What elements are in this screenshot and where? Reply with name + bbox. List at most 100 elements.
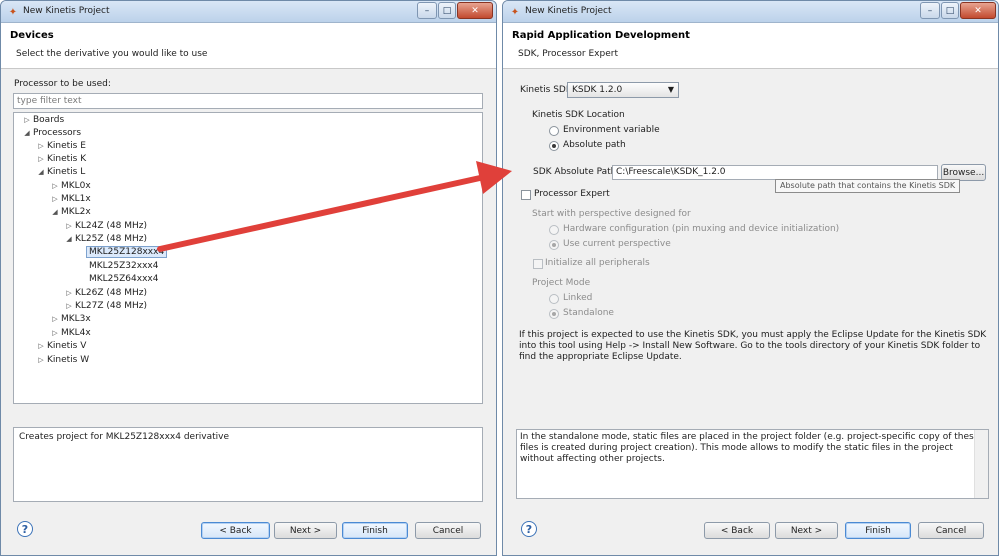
tree-item-label: Boards bbox=[33, 115, 65, 125]
hardware-configuration-radio[interactable] bbox=[549, 225, 559, 235]
tree-item[interactable]: ▷ Kinetis E bbox=[38, 141, 86, 154]
tree-item[interactable]: ◢ MKL2x bbox=[52, 207, 90, 220]
tree-item-label: MKL25Z32xxx4 bbox=[89, 261, 159, 271]
tree-item[interactable]: MKL25Z128xxx4 bbox=[86, 246, 168, 260]
tree-item-label: Kinetis V bbox=[47, 341, 87, 351]
tree-item[interactable]: ▷ MKL3x bbox=[52, 314, 90, 327]
linked-radio[interactable] bbox=[549, 294, 559, 304]
tree-collapsed-icon[interactable]: ▷ bbox=[37, 142, 45, 152]
tree-expanded-icon[interactable]: ◢ bbox=[37, 168, 45, 178]
page-header: Rapid Application Development SDK, Proce… bbox=[503, 23, 998, 69]
chevron-down-icon: ▼ bbox=[667, 85, 674, 94]
tree-item-label: MKL25Z128xxx4 bbox=[86, 246, 168, 258]
back-button[interactable]: < Back bbox=[704, 522, 770, 539]
tree-collapsed-icon[interactable]: ▷ bbox=[51, 315, 59, 325]
tree-item-label: Kinetis K bbox=[47, 154, 87, 164]
tree-item[interactable]: ▷ Kinetis K bbox=[38, 154, 87, 167]
tree-expanded-icon[interactable]: ◢ bbox=[65, 235, 73, 245]
tree-item[interactable]: ▷ Kinetis W bbox=[38, 355, 90, 368]
standalone-radio[interactable] bbox=[549, 309, 559, 319]
absolute-path-label: Absolute path bbox=[563, 140, 626, 150]
finish-button[interactable]: Finish bbox=[342, 522, 408, 539]
tree-collapsed-icon[interactable]: ▷ bbox=[23, 116, 31, 126]
page-subtitle: Select the derivative you would like to … bbox=[16, 49, 208, 59]
tree-item-label: Kinetis W bbox=[47, 355, 90, 365]
tree-expanded-icon[interactable]: ◢ bbox=[23, 129, 31, 139]
info-scrollbar[interactable] bbox=[974, 430, 988, 498]
page-subtitle: SDK, Processor Expert bbox=[518, 49, 618, 59]
tree-item-label: MKL1x bbox=[61, 194, 91, 204]
tree-item[interactable]: ▷ Boards bbox=[24, 115, 65, 128]
tree-item-label: MKL4x bbox=[61, 328, 91, 338]
back-button[interactable]: < Back bbox=[201, 522, 270, 539]
current-perspective-radio[interactable] bbox=[549, 240, 559, 250]
sdk-absolute-path-input[interactable]: C:\Freescale\KSDK_1.2.0 bbox=[612, 165, 938, 180]
kinetis-sdk-label: Kinetis SDK bbox=[520, 85, 572, 95]
filter-input[interactable] bbox=[13, 93, 483, 109]
sdk-absolute-path-label: SDK Absolute Path bbox=[533, 167, 617, 177]
tree-item[interactable]: MKL25Z32xxx4 bbox=[89, 261, 158, 274]
tree-item[interactable]: ▷ MKL4x bbox=[52, 328, 91, 341]
page-title: Devices bbox=[10, 30, 54, 41]
initialize-peripherals-checkbox[interactable] bbox=[533, 259, 543, 269]
environment-variable-radio[interactable] bbox=[549, 126, 559, 136]
tree-collapsed-icon[interactable]: ▷ bbox=[51, 182, 59, 192]
initialize-peripherals-label: Initialize all peripherals bbox=[545, 258, 650, 268]
app-icon: ✦ bbox=[510, 6, 520, 18]
tree-item-label: KL26Z (48 MHz) bbox=[75, 288, 147, 298]
device-tree[interactable]: ▷ Boards ◢ Processors ▷ Kinetis E ▷ Kinetis K ◢ K… bbox=[13, 112, 483, 404]
app-icon: ✦ bbox=[8, 6, 18, 18]
absolute-path-radio[interactable] bbox=[549, 141, 559, 151]
derivative-description: Creates project for MKL25Z128xxx4 deriva… bbox=[13, 427, 483, 502]
page-header: Devices Select the derivative you would … bbox=[1, 23, 496, 69]
tree-collapsed-icon[interactable]: ▷ bbox=[51, 195, 59, 205]
tree-item[interactable]: ◢ Kinetis L bbox=[38, 167, 86, 180]
tree-item[interactable]: ▷ KL26Z (48 MHz) bbox=[66, 288, 147, 301]
next-button[interactable]: Next > bbox=[274, 522, 337, 539]
page-title: Rapid Application Development bbox=[512, 30, 690, 41]
description-text: Creates project for MKL25Z128xxx4 deriva… bbox=[19, 432, 230, 442]
tree-collapsed-icon[interactable]: ▷ bbox=[37, 342, 45, 352]
processor-expert-checkbox[interactable] bbox=[521, 190, 531, 200]
minimize-button[interactable]: – bbox=[417, 2, 437, 19]
tree-item-label: KL25Z (48 MHz) bbox=[75, 234, 147, 244]
tree-collapsed-icon[interactable]: ▷ bbox=[37, 155, 45, 165]
tree-collapsed-icon[interactable]: ▷ bbox=[37, 356, 45, 366]
maximize-button[interactable]: □ bbox=[941, 2, 959, 19]
tree-item[interactable]: MKL25Z64xxx4 bbox=[89, 274, 158, 287]
cancel-button[interactable]: Cancel bbox=[918, 522, 984, 539]
tree-item[interactable]: ◢ Processors bbox=[24, 128, 81, 141]
close-button[interactable]: ✕ bbox=[457, 2, 493, 19]
close-button[interactable]: ✕ bbox=[960, 2, 996, 19]
tree-collapsed-icon[interactable]: ▷ bbox=[65, 289, 73, 299]
finish-button[interactable]: Finish bbox=[845, 522, 911, 539]
tree-item-label: Kinetis E bbox=[47, 141, 86, 151]
tree-collapsed-icon[interactable]: ▷ bbox=[65, 222, 73, 232]
tree-item[interactable]: ▷ KL24Z (48 MHz) bbox=[66, 221, 147, 234]
help-icon[interactable]: ? bbox=[521, 521, 537, 537]
standalone-mode-info: In the standalone mode, static files are… bbox=[516, 429, 989, 499]
tree-collapsed-icon[interactable]: ▷ bbox=[51, 329, 59, 339]
cancel-button[interactable]: Cancel bbox=[415, 522, 481, 539]
standalone-label: Standalone bbox=[563, 308, 614, 318]
tree-expanded-icon[interactable]: ◢ bbox=[51, 208, 59, 218]
tree-item[interactable]: ▷ MKL0x bbox=[52, 181, 90, 194]
tree-item-label: Kinetis L bbox=[47, 167, 86, 177]
window-title: New Kinetis Project bbox=[525, 6, 612, 16]
next-button[interactable]: Next > bbox=[775, 522, 838, 539]
left-titlebar[interactable]: ✦ New Kinetis Project – □ ✕ bbox=[1, 1, 496, 23]
sdk-location-label: Kinetis SDK Location bbox=[532, 110, 625, 120]
current-perspective-label: Use current perspective bbox=[563, 239, 671, 249]
project-mode-label: Project Mode bbox=[532, 278, 591, 288]
tree-item[interactable]: ▷ KL27Z (48 MHz) bbox=[66, 301, 147, 314]
tree-item[interactable]: ▷ MKL1x bbox=[52, 194, 91, 207]
help-icon[interactable]: ? bbox=[17, 521, 33, 537]
maximize-button[interactable]: □ bbox=[438, 2, 456, 19]
tree-collapsed-icon[interactable]: ▷ bbox=[65, 302, 73, 312]
tree-item[interactable]: ▷ Kinetis V bbox=[38, 341, 87, 354]
right-titlebar[interactable]: ✦ New Kinetis Project – □ ✕ bbox=[503, 1, 998, 23]
kinetis-sdk-select[interactable]: KSDK 1.2.0 ▼ bbox=[567, 82, 679, 98]
minimize-button[interactable]: – bbox=[920, 2, 940, 19]
tree-item-label: KL27Z (48 MHz) bbox=[75, 301, 147, 311]
tree-item-label: KL24Z (48 MHz) bbox=[75, 221, 147, 231]
